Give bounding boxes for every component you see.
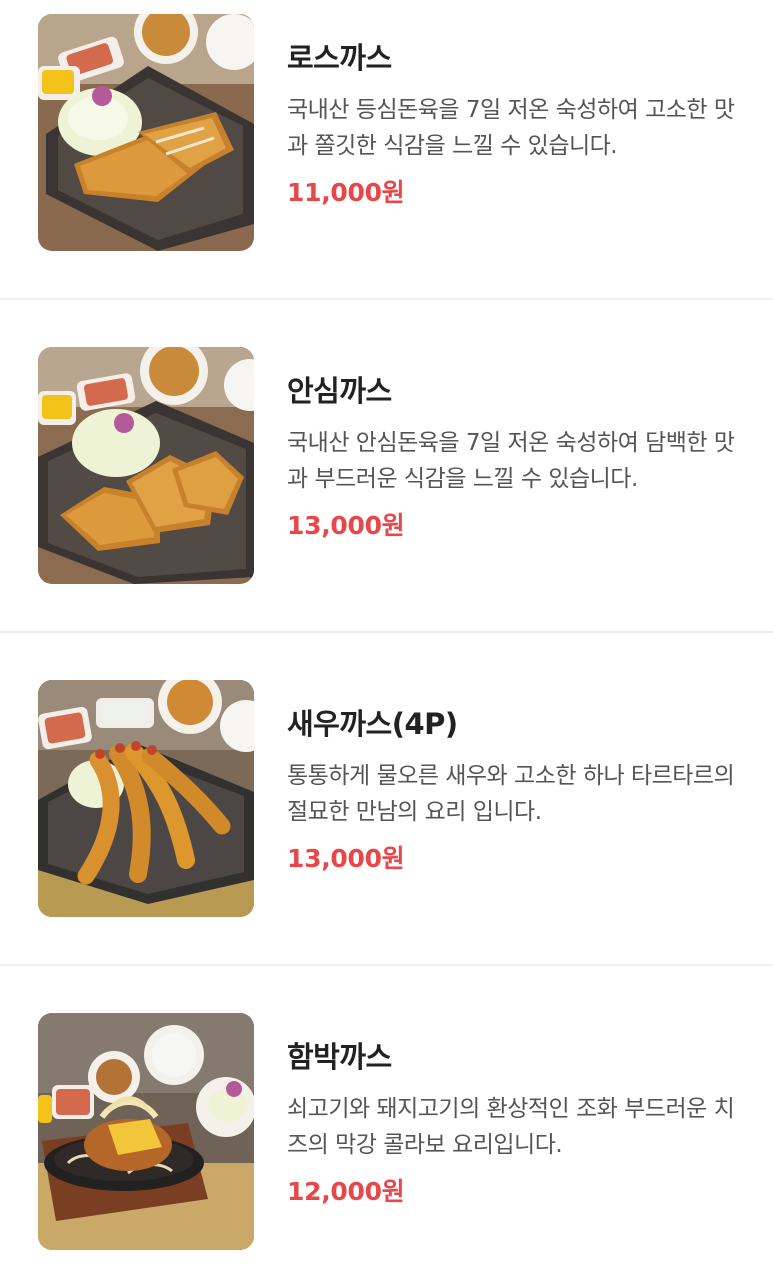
menu-item-price: 13,000원 [287,511,405,540]
fried-shrimp-photo-icon [38,680,254,917]
menu-item-price: 12,000원 [287,1177,405,1206]
menu-item-name: 로스까스 [287,41,392,75]
menu-item-price: 11,000원 [287,178,405,207]
menu-item-description: 국내산 안심돈육을 7일 저온 숙성하여 담백한 맛과 부드러운 식감을 느낄 … [287,430,735,492]
loin-cutlet-info: 로스까스 국내산 등심돈육을 7일 저온 숙성하여 고소한 맛과 쫄깃한 식감을… [287,38,747,210]
menu-item-name: 함박까스 [287,1040,392,1074]
hamburg-cutlet-info: 함박까스 쇠고기와 돼지고기의 환상적인 조화 부드러운 치즈의 막강 콜라보 … [287,1037,747,1209]
fried-shrimp-image [38,680,254,917]
loin-cutlet-image [38,14,254,251]
menu-item-name: 안심까스 [287,374,392,408]
menu-item-description: 쇠고기와 돼지고기의 환상적인 조화 부드러운 치즈의 막강 콜라보 요리입니다… [287,1096,735,1158]
menu-item-description: 국내산 등심돈육을 7일 저온 숙성하여 고소한 맛과 쫄깃한 식감을 느낄 수… [287,97,735,159]
menu-item-name: 새우까스(4P) [287,707,458,741]
menu-item-fried-shrimp[interactable]: 새우까스(4P) 통통하게 물오른 새우와 고소한 하나 타르타르의 절묘한 만… [0,633,773,966]
menu-item-tenderloin-cutlet[interactable]: 안심까스 국내산 안심돈육을 7일 저온 숙성하여 담백한 맛과 부드러운 식감… [0,300,773,633]
menu-item-loin-cutlet[interactable]: 로스까스 국내산 등심돈육을 7일 저온 숙성하여 고소한 맛과 쫄깃한 식감을… [0,0,773,333]
menu-item-price: 13,000원 [287,844,405,873]
menu-item-hamburg-cutlet[interactable]: 함박까스 쇠고기와 돼지고기의 환상적인 조화 부드러운 치즈의 막강 콜라보 … [0,966,773,1285]
fried-shrimp-info: 새우까스(4P) 통통하게 물오른 새우와 고소한 하나 타르타르의 절묘한 만… [287,704,747,876]
menu-list: 로스까스 국내산 등심돈육을 7일 저온 숙성하여 고소한 맛과 쫄깃한 식감을… [0,0,773,1285]
hamburg-cutlet-image [38,1013,254,1250]
menu-item-description: 통통하게 물오른 새우와 고소한 하나 타르타르의 절묘한 만남의 요리 입니다… [287,763,735,825]
pork-cutlet-photo-icon [38,14,254,251]
tenderloin-cutlet-image [38,347,254,584]
tenderloin-cutlet-photo-icon [38,347,254,584]
hamburg-cutlet-photo-icon [38,1013,254,1250]
tenderloin-cutlet-info: 안심까스 국내산 안심돈육을 7일 저온 숙성하여 담백한 맛과 부드러운 식감… [287,371,747,543]
